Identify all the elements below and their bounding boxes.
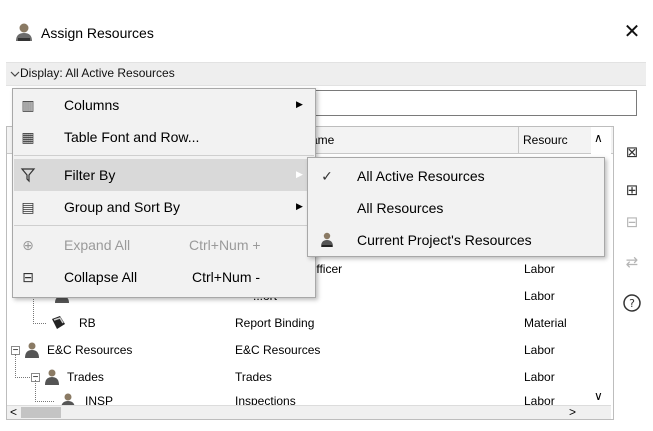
collapse-all-icon: ⊟ xyxy=(22,269,34,285)
shortcut-label: Ctrl+Num + xyxy=(189,237,261,253)
shortcut-label: Ctrl+Num - xyxy=(192,269,261,285)
cell-id: Trades xyxy=(67,370,104,384)
menu-separator xyxy=(14,225,314,226)
menu-separator xyxy=(14,155,314,156)
submenu-arrow-icon: ▶ xyxy=(296,169,303,179)
user-icon xyxy=(319,232,335,248)
cell-type: Labor xyxy=(524,262,555,276)
table-row[interactable]: RB Report Binding Material xyxy=(7,290,597,334)
cell-name: Report Binding xyxy=(235,316,315,330)
remove-window-icon[interactable]: ⊠ xyxy=(620,142,644,164)
cell-type: Labor xyxy=(524,370,555,384)
menu-item-collapse-all[interactable]: ⊟ Collapse All Ctrl+Num - xyxy=(14,261,314,293)
add-resource-icon[interactable]: ⊞ xyxy=(620,180,644,202)
menu-item-table-font[interactable]: ▦ Table Font and Row... xyxy=(14,121,314,153)
menu-item-columns[interactable]: ▥ Columns ▶ xyxy=(14,89,314,121)
cell-id: RB xyxy=(79,316,96,330)
filter-submenu: ✓ All Active Resources All Resources Cur… xyxy=(307,157,605,257)
submenu-arrow-icon: ▶ xyxy=(296,201,303,211)
chevron-down-icon xyxy=(10,71,20,77)
title-bar: Assign Resources ✕ xyxy=(0,0,653,62)
user-icon xyxy=(16,23,32,41)
display-bar[interactable]: Display: All Active Resources xyxy=(6,62,646,86)
column-header-resource-type[interactable]: Resourc xyxy=(519,127,595,153)
expand-all-icon: ⊕ xyxy=(22,237,34,253)
scroll-up-button[interactable]: ∧ xyxy=(594,131,603,145)
scroll-left-button[interactable]: < xyxy=(10,405,17,419)
horizontal-scrollbar[interactable]: < > xyxy=(7,405,611,419)
material-icon xyxy=(49,315,67,331)
help-icon[interactable]: ? xyxy=(620,292,644,314)
scroll-right-button[interactable]: > xyxy=(569,405,576,419)
cell-id: E&C Resources xyxy=(47,343,133,357)
window-title: Assign Resources xyxy=(41,25,154,41)
submenu-item-current-project-resources[interactable]: Current Project's Resources xyxy=(309,224,603,256)
context-menu: ▥ Columns ▶ ▦ Table Font and Row... Filt… xyxy=(12,88,316,298)
cell-name: E&C Resources xyxy=(235,343,321,357)
search-input[interactable] xyxy=(308,90,637,116)
scroll-down-button[interactable]: ∨ xyxy=(594,389,603,403)
menu-item-filter-by[interactable]: Filter By ▶ xyxy=(14,159,314,191)
cell-type: Material xyxy=(524,316,567,330)
table-row[interactable]: − E&C Resources E&C Resources Labor xyxy=(7,339,597,361)
cell-type: Labor xyxy=(524,343,555,357)
replace-resource-icon[interactable]: ⇄ xyxy=(620,252,644,274)
column-header-name[interactable]: ame xyxy=(307,127,519,153)
submenu-arrow-icon: ▶ xyxy=(296,99,303,109)
close-button[interactable]: ✕ xyxy=(618,18,646,46)
columns-icon: ▥ xyxy=(21,97,35,113)
menu-item-expand-all[interactable]: ⊕ Expand All Ctrl+Num + xyxy=(14,229,314,261)
filter-icon xyxy=(20,167,36,183)
display-filter-label: Display: All Active Resources xyxy=(20,66,175,80)
menu-item-group-sort[interactable]: ▤ Group and Sort By ▶ xyxy=(14,191,314,223)
svg-text:?: ? xyxy=(629,297,635,310)
cell-name: Trades xyxy=(235,370,272,384)
table-font-icon: ▦ xyxy=(21,129,35,145)
submenu-item-all-resources[interactable]: All Resources xyxy=(309,192,603,224)
table-row[interactable]: − Trades Trades Labor xyxy=(7,354,597,388)
submenu-item-all-active-resources[interactable]: ✓ All Active Resources xyxy=(309,160,603,192)
group-sort-icon: ▤ xyxy=(21,199,35,215)
remove-resource-icon[interactable]: ⊟ xyxy=(620,212,644,234)
cell-type: Labor xyxy=(524,289,555,303)
check-icon: ✓ xyxy=(321,168,333,184)
scroll-thumb[interactable] xyxy=(21,407,61,418)
